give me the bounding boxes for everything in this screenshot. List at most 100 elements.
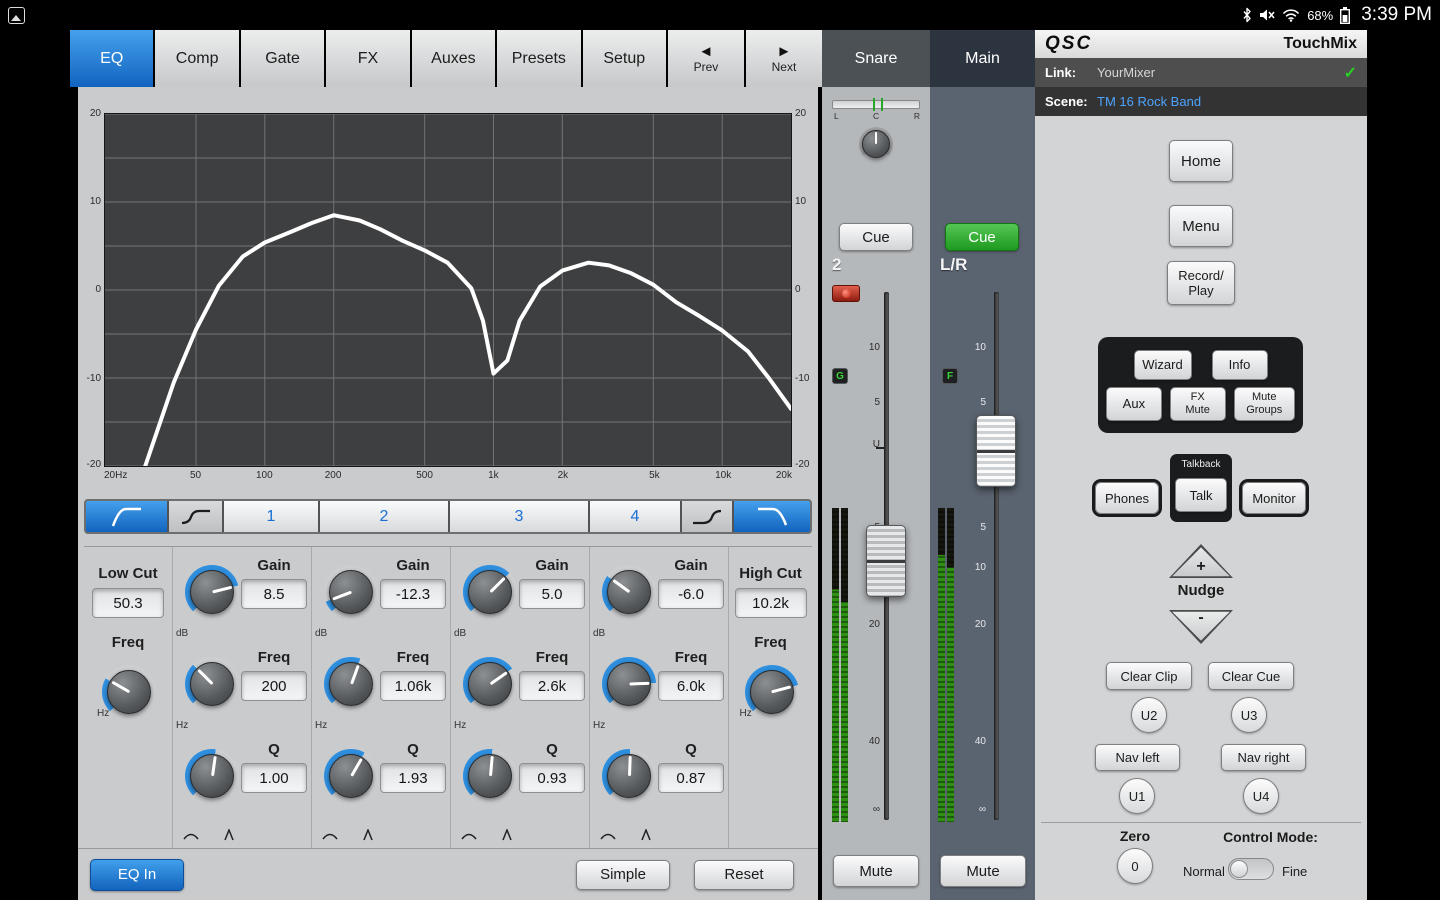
info-button[interactable]: Info	[1212, 350, 1268, 380]
channel-cue-button[interactable]: Cue	[839, 223, 913, 251]
band2-freq-knob[interactable]	[324, 657, 378, 711]
band3-gain-knob[interactable]	[463, 565, 517, 619]
tab-gate[interactable]: Gate	[241, 30, 324, 87]
low-shelf-band-button[interactable]	[169, 501, 222, 532]
monitor-button[interactable]: Monitor	[1242, 482, 1306, 514]
high-cut-band-button[interactable]	[734, 501, 810, 532]
tab-eq[interactable]: EQ	[70, 30, 153, 87]
band3-freq-value[interactable]: 2.6k	[519, 671, 585, 701]
menu-button[interactable]: Menu	[1169, 205, 1233, 247]
gate-indicator: G	[832, 368, 848, 384]
band4-gain-knob[interactable]	[602, 565, 656, 619]
band-2-button[interactable]: 2	[320, 501, 448, 532]
band3-gain-value[interactable]: 5.0	[519, 579, 585, 609]
y-tick: 0	[795, 284, 801, 295]
tab-presets[interactable]: Presets	[497, 30, 580, 87]
tab-fx[interactable]: FX	[326, 30, 409, 87]
record-arm-button[interactable]	[832, 285, 860, 302]
high-cut-freq-knob[interactable]	[745, 665, 799, 719]
high-shelf-band-button[interactable]	[682, 501, 732, 532]
bluetooth-icon	[1242, 7, 1252, 23]
band-3-button[interactable]: 3	[450, 501, 588, 532]
pan-knob[interactable]	[859, 127, 893, 161]
mute-groups-button[interactable]: Mute Groups	[1234, 387, 1296, 421]
user-button-u4[interactable]: U4	[1243, 778, 1279, 814]
channel-fader-handle[interactable]	[866, 525, 906, 597]
clear-clip-button[interactable]: Clear Clip	[1106, 662, 1192, 690]
band2-q-knob[interactable]	[324, 749, 378, 803]
fx-mute-button[interactable]: FX Mute	[1170, 387, 1226, 421]
gain-label: Gain	[674, 557, 707, 574]
simple-button[interactable]: Simple	[576, 860, 670, 890]
eq-curve-area[interactable]	[104, 113, 792, 467]
band4-q-value[interactable]: 0.87	[658, 763, 724, 793]
user-button-u2[interactable]: U2	[1131, 697, 1167, 733]
band-4-button[interactable]: 4	[590, 501, 680, 532]
talk-button[interactable]: Talk	[1175, 478, 1227, 512]
tab-setup[interactable]: Setup	[583, 30, 666, 87]
high-cut-label: High Cut	[739, 565, 801, 582]
zero-button[interactable]: 0	[1117, 848, 1153, 884]
fine-mode-label: Fine	[1282, 864, 1307, 879]
band-1-button[interactable]: 1	[224, 501, 318, 532]
next-channel-button[interactable]: ► Next	[746, 30, 822, 87]
band3-freq-knob[interactable]	[463, 657, 517, 711]
prev-channel-button[interactable]: ◄ Prev	[668, 30, 744, 87]
high-cut-value[interactable]: 10.2k	[735, 588, 807, 618]
main-strip-header[interactable]: Main	[930, 30, 1035, 87]
band1-gain-knob[interactable]	[185, 565, 239, 619]
clear-cue-button[interactable]: Clear Cue	[1208, 662, 1294, 690]
next-arrow-icon: ►	[777, 44, 792, 59]
low-cut-freq-knob[interactable]	[102, 665, 156, 719]
scene-value: TM 16 Rock Band	[1097, 94, 1201, 109]
control-mode-toggle[interactable]	[1228, 858, 1274, 880]
band2-q-value[interactable]: 1.93	[380, 763, 446, 793]
band2-gain-knob[interactable]	[324, 565, 378, 619]
band3-q-knob[interactable]	[463, 749, 517, 803]
channel-mute-button[interactable]: Mute	[833, 855, 919, 887]
band1-freq-knob[interactable]	[185, 657, 239, 711]
band-4-section: dB Gain -6.0 Hz	[590, 547, 729, 848]
main-mute-button[interactable]: Mute	[940, 855, 1026, 887]
tab-comp[interactable]: Comp	[155, 30, 238, 87]
fx-mute-line2: Mute	[1185, 404, 1209, 416]
user-button-u3[interactable]: U3	[1231, 697, 1267, 733]
tab-auxes[interactable]: Auxes	[412, 30, 495, 87]
band1-q-value[interactable]: 1.00	[241, 763, 307, 793]
band4-freq-knob[interactable]	[602, 657, 656, 711]
band1-gain-value[interactable]: 8.5	[241, 579, 307, 609]
nav-left-button[interactable]: Nav left	[1095, 744, 1180, 771]
normal-mode-label: Normal	[1183, 864, 1225, 879]
phones-button[interactable]: Phones	[1095, 482, 1159, 514]
high-pass-icon	[110, 505, 144, 529]
user-button-u1[interactable]: U1	[1119, 778, 1155, 814]
band2-gain-value[interactable]: -12.3	[380, 579, 446, 609]
nudge-down-button[interactable]: -	[1169, 610, 1233, 644]
wizard-button[interactable]: Wizard	[1134, 350, 1192, 380]
pan-slider[interactable]	[832, 100, 920, 109]
eq-in-button[interactable]: EQ In	[90, 859, 184, 891]
pan-right-label: R	[914, 111, 920, 121]
low-cut-band-button[interactable]	[86, 501, 167, 532]
main-cue-button[interactable]: Cue	[945, 223, 1019, 251]
y-tick: -10	[87, 373, 101, 384]
band2-freq-value[interactable]: 1.06k	[380, 671, 446, 701]
band3-q-value[interactable]: 0.93	[519, 763, 585, 793]
nav-right-button[interactable]: Nav right	[1221, 744, 1306, 771]
talkback-group: Talkback Talk	[1170, 454, 1232, 522]
reset-button[interactable]: Reset	[694, 860, 794, 890]
x-tick: 20Hz	[104, 470, 127, 481]
low-cut-value[interactable]: 50.3	[92, 588, 164, 618]
x-tick: 10k	[715, 470, 731, 481]
band4-q-knob[interactable]	[602, 749, 656, 803]
band4-freq-value[interactable]: 6.0k	[658, 671, 724, 701]
band4-gain-value[interactable]: -6.0	[658, 579, 724, 609]
band1-q-knob[interactable]	[185, 749, 239, 803]
band1-freq-value[interactable]: 200	[241, 671, 307, 701]
record-play-button[interactable]: Record/ Play	[1167, 261, 1235, 305]
nudge-up-button[interactable]: +	[1169, 544, 1233, 578]
aux-button[interactable]: Aux	[1106, 387, 1162, 421]
mute-groups-line1: Mute	[1252, 391, 1276, 403]
main-fader-handle[interactable]	[976, 415, 1016, 487]
home-button[interactable]: Home	[1169, 140, 1233, 182]
